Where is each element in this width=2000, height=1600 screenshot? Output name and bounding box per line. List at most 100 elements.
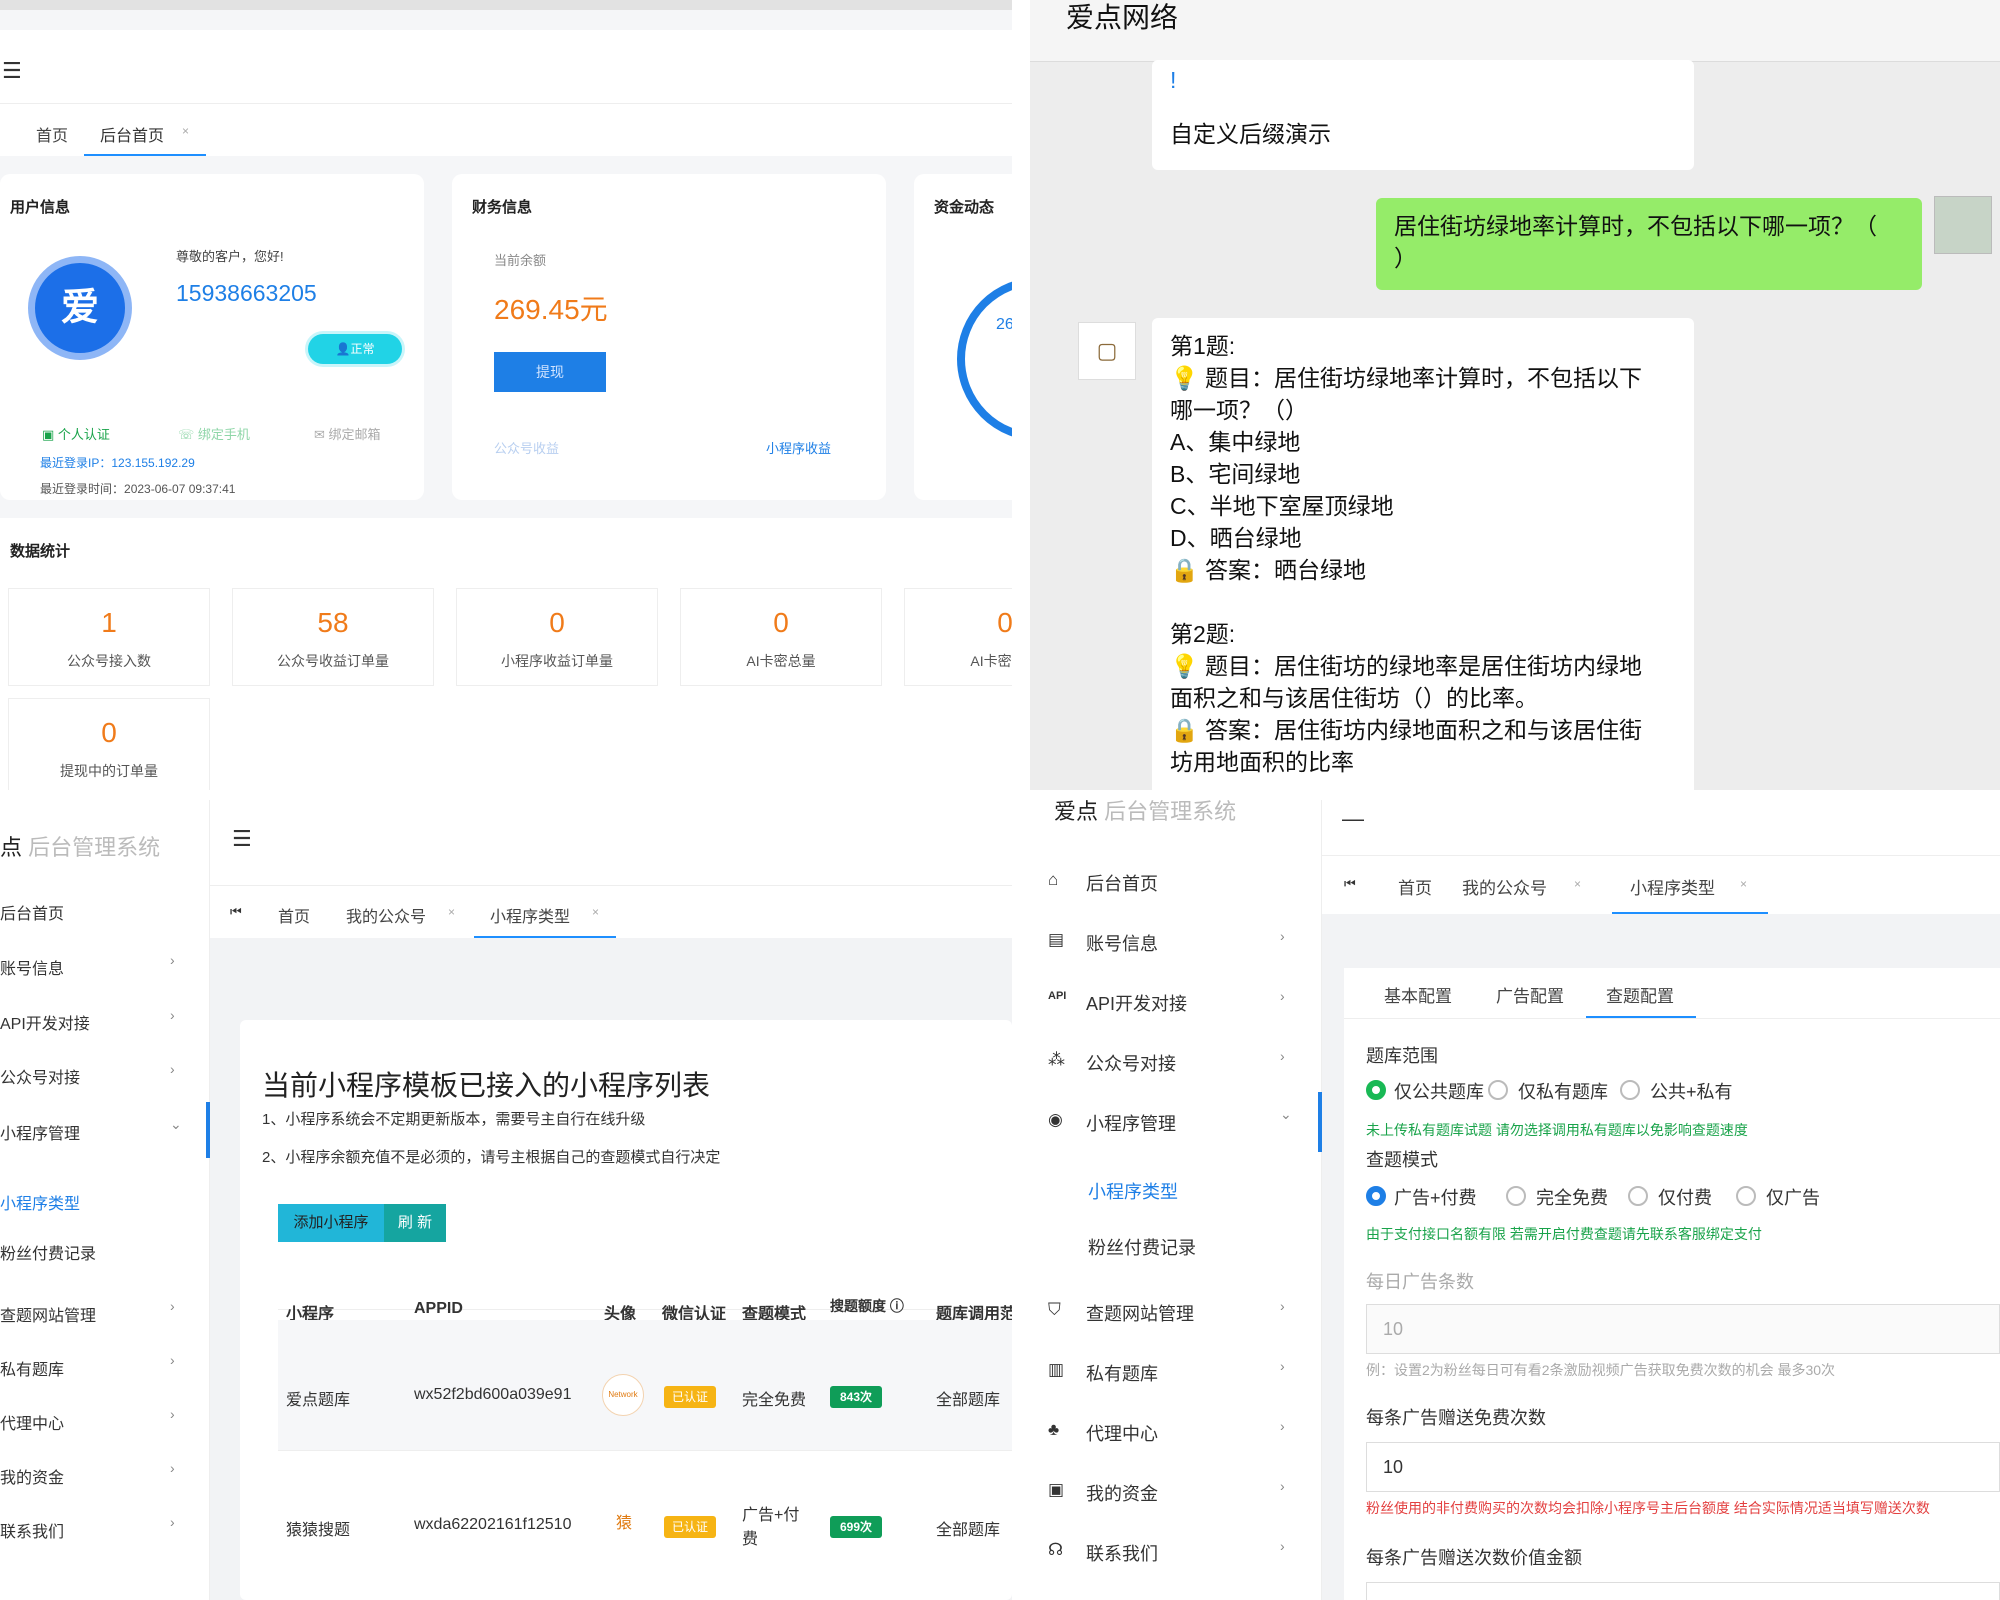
note-line: 2、小程序余额充值不是必须的，请号主根据自己的查题模式自行决定	[262, 1149, 721, 1166]
tab-admin-home[interactable]: 后台首页	[100, 122, 164, 146]
sidebar-item-private-bank[interactable]: 私有题库	[0, 1356, 64, 1380]
user-avatar	[1934, 196, 1992, 254]
sidebar-item-fan-payment[interactable]: 粉丝付费记录	[1088, 1234, 1196, 1260]
sidebar-item-miniapp[interactable]: 小程序管理	[1086, 1110, 1176, 1136]
sidebar-item-search-site[interactable]: 查题网站管理	[1086, 1300, 1194, 1326]
chevron-right-icon: ›	[1280, 1538, 1285, 1554]
free-count-input[interactable]: 10	[1366, 1442, 2000, 1492]
radio-free[interactable]	[1506, 1186, 1526, 1206]
radio-public-private[interactable]	[1620, 1080, 1640, 1100]
sidebar-item-home[interactable]: 后台首页	[1086, 870, 1158, 896]
radio-public-bank[interactable]	[1366, 1080, 1386, 1100]
api-icon: API	[1048, 990, 1067, 1002]
tab-home[interactable]: 首页	[278, 903, 310, 927]
stat-box: 0 提现中的订单量	[8, 698, 210, 790]
wechat-icon: ◉	[1048, 1110, 1063, 1129]
table-row[interactable]	[278, 1320, 1012, 1450]
sidebar-item-miniapp-type[interactable]: 小程序类型	[0, 1190, 80, 1214]
sidebar-item-account[interactable]: 账号信息	[1086, 930, 1158, 956]
last-login-time: 最近登录时间：2023-06-07 09:37:41	[40, 482, 236, 496]
tab-close-icon[interactable]: ×	[592, 905, 599, 919]
subtab-ad[interactable]: 广告配置	[1496, 982, 1564, 1007]
subtab-basic[interactable]: 基本配置	[1384, 982, 1452, 1007]
radio-label: 公共+私有	[1650, 1082, 1733, 1102]
chevron-right-icon: ›	[1280, 928, 1285, 944]
tab-close-icon[interactable]: ×	[182, 124, 189, 138]
hamburger-icon[interactable]: —	[1342, 806, 1364, 832]
bind-email-link[interactable]: ✉ 绑定邮箱	[314, 424, 381, 443]
personal-auth-link[interactable]: ▣ 个人认证	[42, 424, 110, 443]
tab-my-official-account[interactable]: 我的公众号	[346, 903, 426, 927]
tab-miniapp-type[interactable]: 小程序类型	[1630, 874, 1715, 899]
radio-ad-paid[interactable]	[1366, 1186, 1386, 1206]
tab-close-icon[interactable]: ×	[1574, 877, 1581, 891]
sidebar-item-funds[interactable]: 我的资金	[1086, 1480, 1158, 1506]
tab-home[interactable]: 首页	[1398, 874, 1432, 899]
tab-my-official-account[interactable]: 我的公众号	[1462, 874, 1547, 899]
sidebar-item-search-site[interactable]: 查题网站管理	[0, 1302, 96, 1326]
add-miniapp-button[interactable]: 添加小程序	[278, 1204, 384, 1242]
sidebar: 爱点 后台管理系统 ⌂ 后台首页 ▤ 账号信息 › API API开发对接 › ⁂ 公众号对…	[1030, 800, 1322, 1600]
stats-section: 数据统计 1 公众号接入数 58 公众号收益订单量 0 小程序收益订单量 0 AI卡密总…	[0, 518, 1012, 790]
radio-paid-only[interactable]	[1628, 1186, 1648, 1206]
refresh-button[interactable]: 刷 新	[384, 1204, 446, 1242]
bind-phone-link[interactable]: ☏ 绑定手机	[178, 424, 250, 443]
hamburger-icon[interactable]: ☰	[232, 826, 252, 852]
free-count-note: 粉丝使用的非付费购买的次数均会扣除小程序号主后台额度 结合实际情况适当填写赠送次…	[1366, 1500, 1930, 1516]
first-page-icon[interactable]: ⏮	[1344, 876, 1356, 892]
card-title: 资金动态	[934, 199, 995, 216]
sidebar-item-official-account[interactable]: 公众号对接	[1086, 1050, 1176, 1076]
radio-ad-only[interactable]	[1736, 1186, 1756, 1206]
sidebar-item-official-account[interactable]: 公众号对接	[0, 1064, 80, 1088]
header-bar: ☰	[210, 800, 1012, 886]
tab-home[interactable]: 首页	[36, 122, 68, 146]
sidebar-item-fan-payment[interactable]: 粉丝付费记录	[0, 1240, 96, 1264]
cell-name: 猿猿搜题	[286, 1522, 351, 1539]
sidebar-item-miniapp-type[interactable]: 小程序类型	[1088, 1178, 1178, 1204]
first-page-icon[interactable]: ⏮	[230, 904, 242, 920]
value-amount-label: 每条广告赠送次数价值金额	[1366, 1548, 1582, 1568]
sidebar-item-api[interactable]: API开发对接	[1086, 990, 1187, 1016]
sidebar-item-contact[interactable]: 联系我们	[1086, 1540, 1158, 1566]
radio-label: 广告+付费	[1394, 1188, 1477, 1208]
sidebar-item-miniapp[interactable]: 小程序管理	[0, 1120, 80, 1144]
sidebar-item-agent[interactable]: 代理中心	[0, 1410, 64, 1434]
money-icon: ▣	[1048, 1480, 1065, 1499]
sidebar-item-contact[interactable]: 联系我们	[0, 1518, 64, 1542]
mode-note: 由于支付接口名额有限 若需开启付费查题请先联系客服绑定支付	[1366, 1226, 1762, 1242]
phone-icon: ☏	[178, 427, 198, 442]
withdraw-button[interactable]: 提现	[494, 352, 606, 392]
daily-ad-note: 例：设置2为粉丝每日可有看2条激励视频广告获取免费次数的机会 最多30次	[1366, 1362, 1836, 1378]
header-bar: —	[1322, 800, 2000, 856]
stat-box: 0 AI卡密总量	[680, 588, 882, 686]
hamburger-icon[interactable]: ☰	[2, 58, 22, 84]
radio-private-bank[interactable]	[1488, 1080, 1508, 1100]
tab-miniapp-type[interactable]: 小程序类型	[490, 903, 570, 927]
page-title: 当前小程序模板已接入的小程序列表	[262, 1070, 711, 1101]
sidebar-item-account[interactable]: 账号信息	[0, 955, 64, 979]
bank-range-label: 题库范围	[1366, 1046, 1438, 1066]
chevron-right-icon: ›	[1280, 988, 1285, 1004]
active-tab-indicator	[474, 936, 616, 938]
miniapp-income-link[interactable]: 小程序收益	[766, 438, 831, 457]
sidebar-item-funds[interactable]: 我的资金	[0, 1464, 64, 1488]
subtab-search[interactable]: 查题配置	[1606, 982, 1674, 1007]
value-amount-input[interactable]: 3.00	[1366, 1582, 2000, 1600]
miniapp-config-panel: 爱点 后台管理系统 ⌂ 后台首页 ▤ 账号信息 › API API开发对接 › ⁂ 公众号对…	[1030, 800, 2000, 1600]
tab-close-icon[interactable]: ×	[1740, 877, 1747, 891]
chat-bubble-answer: 第1题: 💡 题目：居住街坊绿地率计算时，不包括以下 哪一项？（） A、集中绿地 B、宅…	[1152, 318, 1694, 790]
last-login-ip: 最近登录IP：123.155.192.29	[40, 456, 195, 470]
chevron-right-icon: ›	[1280, 1418, 1285, 1434]
official-account-income-link[interactable]: 公众号收益	[494, 438, 559, 457]
help-icon[interactable]: ⓘ	[886, 1298, 904, 1314]
card-title: 用户信息	[10, 199, 71, 216]
chat-panel: 爱点网络 ! 自定义后缀演示 居住街坊绿地率计算时，不包括以下哪一项？（ ） ▢…	[1030, 0, 2000, 790]
apps-icon: ⁂	[1048, 1050, 1065, 1069]
sidebar-item-private-bank[interactable]: 私有题库	[1086, 1360, 1158, 1386]
sidebar-item-api[interactable]: API开发对接	[0, 1010, 90, 1034]
tab-bar: 首页 后台首页 ×	[0, 104, 1012, 156]
sidebar-item-home[interactable]: 后台首页	[0, 900, 64, 924]
daily-ad-input[interactable]: 10	[1366, 1304, 2000, 1354]
tab-close-icon[interactable]: ×	[448, 905, 455, 919]
sidebar-item-agent[interactable]: 代理中心	[1086, 1420, 1158, 1446]
